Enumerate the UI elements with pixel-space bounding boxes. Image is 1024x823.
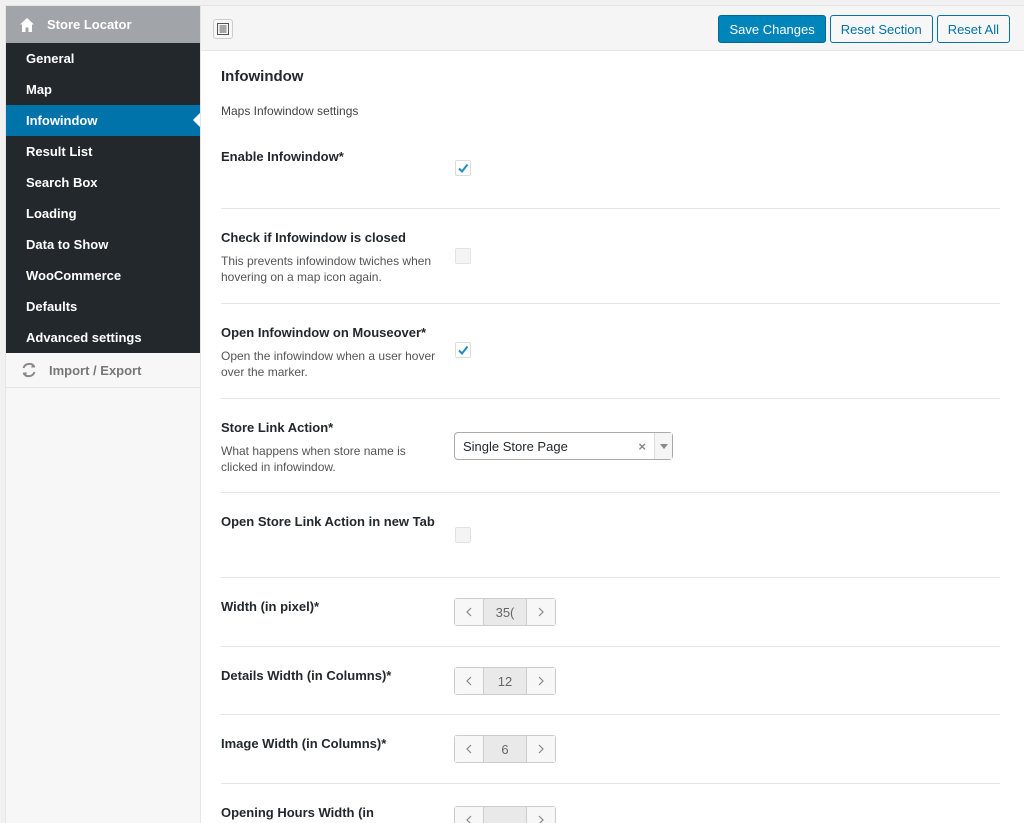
chevron-left-icon[interactable] [455, 807, 483, 823]
sidebar-item-loading[interactable]: Loading [6, 198, 200, 229]
sidebar-item-search-box[interactable]: Search Box [6, 167, 200, 198]
new-tab-checkbox[interactable] [455, 527, 471, 543]
sidebar-item-label: Map [26, 82, 52, 97]
sidebar-item-label: Search Box [26, 175, 98, 190]
sidebar-header-label: Store Locator [47, 17, 132, 32]
section-title: Infowindow [221, 68, 304, 85]
field-label: Enable Infowindow* [221, 149, 344, 164]
mouseover-checkbox[interactable] [455, 342, 471, 358]
spinner-value[interactable]: 12 [483, 668, 527, 694]
checkmark-icon [458, 345, 469, 356]
sidebar-item-woocommerce[interactable]: WooCommerce [6, 260, 200, 291]
sidebar-item-result-list[interactable]: Result List [6, 136, 200, 167]
sidebar-item-label: Infowindow [26, 113, 98, 128]
checkmark-icon [458, 163, 469, 174]
save-changes-button[interactable]: Save Changes [718, 15, 826, 43]
field-label: Image Width (in Columns)* [221, 736, 387, 751]
field-row-opening-hours-width: Opening Hours Width (in [221, 784, 1000, 823]
field-row-details-width: Details Width (in Columns)* 12 [221, 647, 1000, 715]
field-row-width: Width (in pixel)* 35( [221, 578, 1000, 647]
chevron-right-icon[interactable] [527, 807, 555, 823]
expand-icon [217, 23, 229, 35]
options-panel: Store Locator General Map Infowindow Res… [5, 5, 1024, 823]
field-label: Width (in pixel)* [221, 599, 320, 614]
chevron-right-icon[interactable] [527, 668, 555, 694]
sidebar-item-label: Defaults [26, 299, 78, 314]
expand-options-button[interactable] [213, 19, 233, 39]
sidebar-menu: General Map Infowindow Result List Searc… [6, 43, 200, 353]
field-row-check-closed: Check if Infowindow is closed This preve… [221, 209, 1000, 304]
sidebar-item-label: Data to Show [26, 237, 109, 252]
sidebar-item-label: Loading [26, 206, 77, 221]
spinner-value[interactable] [483, 807, 527, 823]
refresh-icon [22, 362, 36, 378]
field-label: Details Width (in Columns)* [221, 668, 392, 683]
width-spinner[interactable]: 35( [454, 598, 556, 626]
sidebar-item-infowindow[interactable]: Infowindow [6, 105, 200, 136]
spinner-value[interactable]: 35( [483, 599, 527, 625]
spinner-value[interactable]: 6 [483, 736, 527, 762]
home-icon [20, 17, 34, 32]
field-label: Open Store Link Action in new Tab [221, 514, 435, 529]
sidebar-item-import-export[interactable]: Import / Export [6, 353, 200, 388]
field-description: Open the infowindow when a user hover ov… [221, 349, 436, 379]
field-label: Store Link Action* [221, 420, 334, 435]
opening-hours-width-spinner[interactable] [454, 806, 556, 823]
field-label: Check if Infowindow is closed [221, 230, 406, 245]
field-row-image-width: Image Width (in Columns)* 6 [221, 715, 1000, 784]
enable-infowindow-checkbox[interactable] [455, 160, 471, 176]
field-row-mouseover: Open Infowindow on Mouseover* Open the i… [221, 304, 1000, 399]
image-width-spinner[interactable]: 6 [454, 735, 556, 763]
reset-all-button[interactable]: Reset All [936, 15, 1010, 43]
clear-selection-icon[interactable]: × [638, 439, 646, 454]
sidebar-item-data-to-show[interactable]: Data to Show [6, 229, 200, 260]
field-description: This prevents infowindow twiches when ho… [221, 254, 432, 284]
sidebar-item-defaults[interactable]: Defaults [6, 291, 200, 322]
sidebar: Store Locator General Map Infowindow Res… [6, 6, 201, 823]
details-width-spinner[interactable]: 12 [454, 667, 556, 695]
check-closed-checkbox[interactable] [455, 248, 471, 264]
field-row-enable-infowindow: Enable Infowindow* [221, 140, 1000, 209]
sidebar-item-label: General [26, 51, 75, 66]
chevron-right-icon[interactable] [527, 599, 555, 625]
sidebar-item-label: WooCommerce [26, 268, 122, 283]
import-export-label: Import / Export [49, 362, 142, 378]
sidebar-item-label: Advanced settings [26, 330, 142, 345]
field-description: What happens when store name is clicked … [221, 444, 406, 474]
section-description: Maps Infowindow settings [221, 104, 359, 118]
sidebar-header[interactable]: Store Locator [6, 6, 200, 43]
select-value: Single Store Page [463, 438, 568, 454]
field-row-new-tab: Open Store Link Action in new Tab [221, 493, 1000, 578]
topbar: Save Changes Reset Section Reset All [201, 6, 1024, 51]
dropdown-arrow-icon[interactable] [654, 433, 672, 459]
field-row-store-link-action: Store Link Action* What happens when sto… [221, 399, 1000, 493]
sidebar-item-label: Result List [26, 144, 93, 159]
chevron-left-icon[interactable] [455, 736, 483, 762]
sidebar-item-general[interactable]: General [6, 43, 200, 74]
field-label: Open Infowindow on Mouseover* [221, 325, 427, 340]
store-link-action-select[interactable]: Single Store Page × [454, 432, 673, 460]
chevron-left-icon[interactable] [455, 668, 483, 694]
field-label: Opening Hours Width (in [221, 805, 374, 820]
reset-section-button[interactable]: Reset Section [829, 15, 933, 43]
sidebar-item-advanced-settings[interactable]: Advanced settings [6, 322, 200, 353]
sidebar-item-map[interactable]: Map [6, 74, 200, 105]
chevron-left-icon[interactable] [455, 599, 483, 625]
chevron-right-icon[interactable] [527, 736, 555, 762]
main-content: Infowindow Maps Infowindow settings Enab… [221, 51, 1000, 823]
